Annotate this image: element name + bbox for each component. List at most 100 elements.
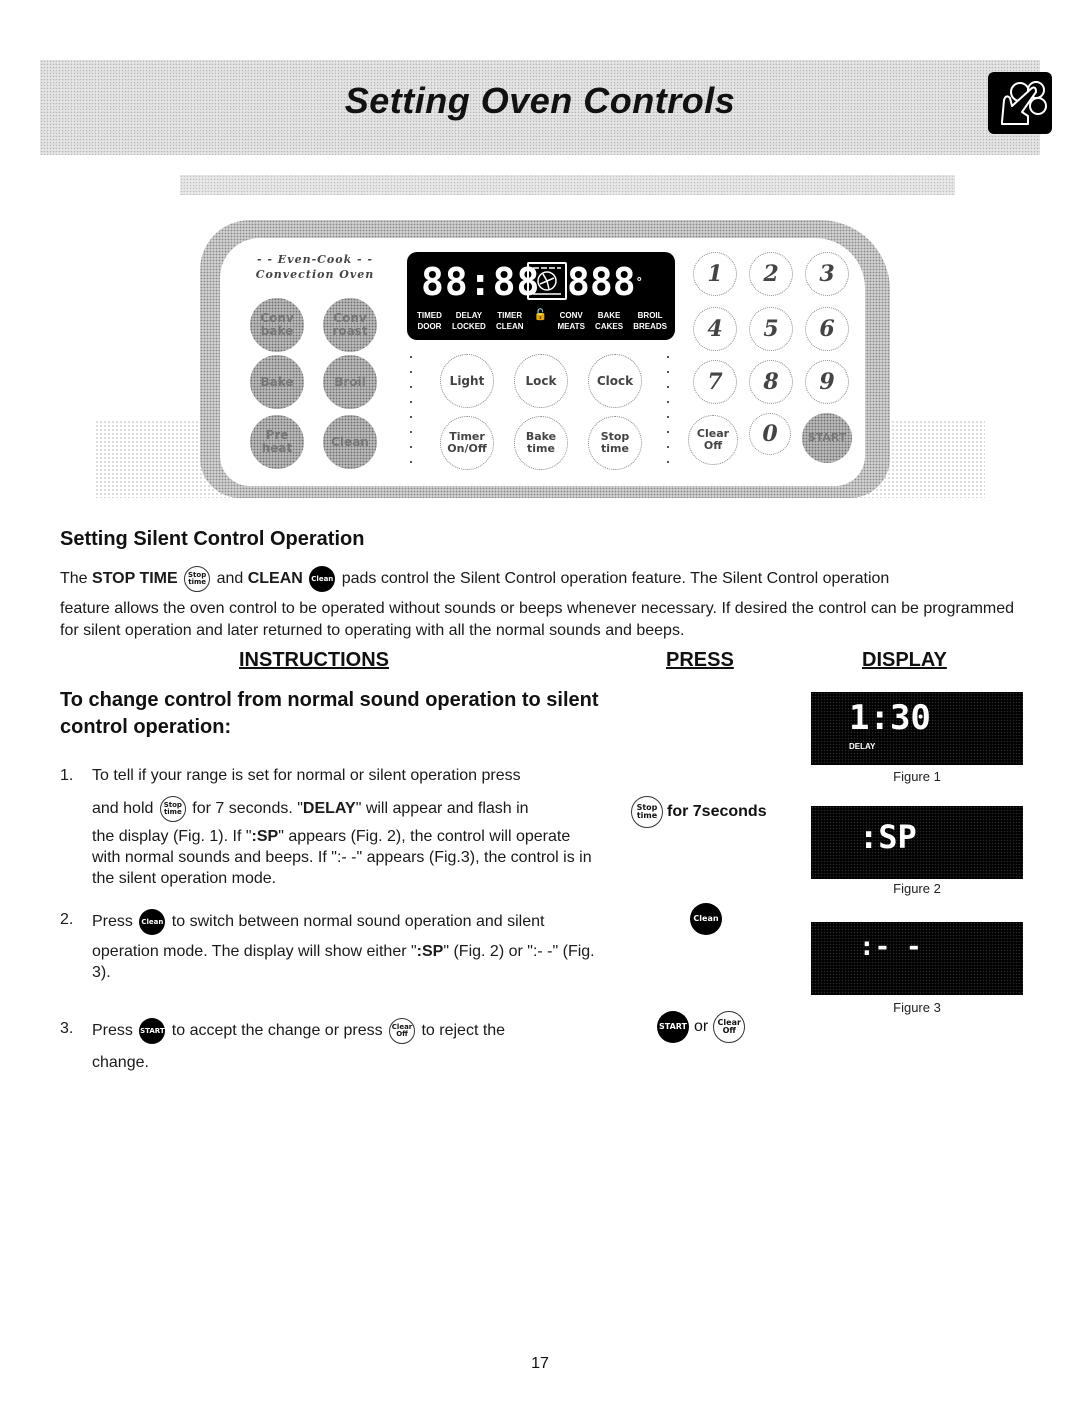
step-text: to switch between normal sound operation… bbox=[167, 913, 545, 931]
indicator-line: CONV bbox=[559, 311, 583, 320]
stop-time-pad-icon: Stop time bbox=[184, 566, 211, 592]
brand-line-2: Convection Oven bbox=[255, 268, 375, 281]
pad-start[interactable]: START bbox=[802, 413, 852, 463]
pad-label: 0 bbox=[762, 420, 778, 447]
pad-preheat[interactable]: Pre heat bbox=[250, 415, 304, 469]
pad-icon-label: Off bbox=[722, 1026, 736, 1035]
indicator: TIMER CLEAN bbox=[496, 310, 524, 332]
page-title: Setting Oven Controls bbox=[344, 80, 736, 121]
pad-label: time bbox=[601, 442, 629, 455]
pad-8[interactable]: 8 bbox=[749, 360, 793, 404]
clean-pad-icon: Clean bbox=[139, 909, 166, 935]
pad-label: Broil bbox=[334, 374, 366, 389]
clean-pad-icon: Clean bbox=[309, 566, 336, 592]
step-text: To tell if your range is set for normal … bbox=[92, 767, 521, 784]
step-text: to accept the change or press bbox=[167, 1022, 388, 1040]
pad-conv-bake[interactable]: Conv bake bbox=[250, 298, 304, 352]
press-step-3: START or Clear Off bbox=[655, 1011, 747, 1043]
step-text-line: Press START to accept the change or pres… bbox=[92, 1018, 600, 1044]
pad-timer-on-off[interactable]: Timer On/Off bbox=[440, 416, 494, 470]
pad-4[interactable]: 4 bbox=[693, 307, 737, 351]
pad-2[interactable]: 2 bbox=[749, 252, 793, 296]
pad-label: START bbox=[807, 431, 847, 444]
pad-lock[interactable]: Lock bbox=[514, 354, 568, 408]
pad-light[interactable]: Light bbox=[440, 354, 494, 408]
figure-3-display: :- - bbox=[811, 922, 1023, 995]
pad-label: Off bbox=[703, 439, 723, 452]
pad-clean[interactable]: Clean bbox=[323, 415, 377, 469]
pad-label: 1 bbox=[707, 260, 723, 287]
procedure-heading: To change control from normal sound oper… bbox=[60, 689, 599, 738]
pad-icon-label: time bbox=[188, 578, 207, 586]
brand-line-1: - - Even-Cook - - bbox=[257, 253, 373, 266]
step-text-line: and hold Stop time for 7 seconds. "DELAY"… bbox=[92, 796, 600, 822]
indicator-line: CAKES bbox=[595, 322, 624, 331]
pad-6[interactable]: 6 bbox=[805, 307, 849, 351]
step-text: to reject the bbox=[417, 1022, 506, 1040]
indicator-line: TIMER bbox=[497, 311, 523, 320]
pad-0[interactable]: 0 bbox=[749, 413, 791, 455]
indicator-line: BAKE bbox=[597, 311, 621, 320]
pad-label: 7 bbox=[707, 368, 723, 395]
pad-label: On/Off bbox=[447, 442, 487, 455]
pad-icon-label: START bbox=[140, 1026, 165, 1035]
indicator-line: MEATS bbox=[557, 322, 585, 331]
start-pad-icon: START bbox=[139, 1018, 166, 1044]
page-number: 17 bbox=[531, 1355, 549, 1372]
pad-5[interactable]: 5 bbox=[749, 307, 793, 351]
step-number: 1. bbox=[60, 767, 74, 784]
step-text: " will appear and flash in bbox=[355, 800, 529, 818]
step-text-line: operation mode. The display will show ei… bbox=[92, 941, 600, 983]
convection-fan-icon bbox=[527, 262, 567, 300]
pad-icon-label: Clean bbox=[141, 917, 164, 926]
pad-label: Bake bbox=[260, 374, 294, 389]
intro-stop-time: STOP TIME bbox=[92, 570, 178, 588]
pad-bake[interactable]: Bake bbox=[250, 355, 304, 409]
intro-paragraph-line2: feature allows the oven control to be op… bbox=[60, 600, 1015, 639]
step-text: change. bbox=[92, 1054, 149, 1071]
pad-conv-roast[interactable]: Conv roast bbox=[323, 298, 377, 352]
pad-icon-label: Clean bbox=[311, 574, 334, 583]
pad-icon-label: time bbox=[636, 811, 658, 820]
step-emphasis: DELAY bbox=[302, 800, 356, 818]
figure-2-caption: Figure 2 bbox=[893, 881, 941, 896]
temp-digits: 888° bbox=[567, 260, 643, 304]
pad-label: 3 bbox=[819, 260, 835, 287]
indicator-line: TIMED bbox=[417, 311, 442, 320]
brand-label: - - Even-Cook - - Convection Oven bbox=[250, 252, 380, 282]
decorative-strip bbox=[180, 175, 955, 195]
indicator: CONV MEATS bbox=[558, 310, 585, 332]
pad-1[interactable]: 1 bbox=[693, 252, 737, 296]
pad-stop-time[interactable]: Stop time bbox=[588, 416, 642, 470]
pad-bake-time[interactable]: Bake time bbox=[514, 416, 568, 470]
indicator-line: LOCKED bbox=[452, 322, 486, 331]
pad-label: bake bbox=[260, 324, 294, 338]
figure-1-display: 1:30 DELAY bbox=[811, 692, 1023, 765]
pad-label: 8 bbox=[763, 368, 779, 395]
step-body: Press Clean to switch between normal sou… bbox=[92, 909, 600, 983]
step-text: Press bbox=[92, 1022, 138, 1040]
indicator-line: BROIL bbox=[637, 311, 663, 320]
dotted-separator bbox=[667, 356, 671, 476]
step-text: for 7 seconds. " bbox=[187, 800, 303, 818]
pad-clock[interactable]: Clock bbox=[588, 354, 642, 408]
column-header-instructions: INSTRUCTIONS bbox=[239, 649, 389, 671]
pad-7[interactable]: 7 bbox=[693, 360, 737, 404]
pad-broil[interactable]: Broil bbox=[323, 355, 377, 409]
press-step-1: Stop time for 7seconds bbox=[629, 796, 767, 828]
hand-pressing-pads-icon bbox=[988, 72, 1052, 134]
step-emphasis: :SP bbox=[416, 943, 444, 960]
pad-3[interactable]: 3 bbox=[805, 252, 849, 296]
section-title: Setting Silent Control Operation bbox=[60, 528, 365, 550]
clear-off-pad-icon: Clear Off bbox=[713, 1011, 746, 1043]
indicator-line: DELAY bbox=[455, 311, 483, 320]
pad-clear-off[interactable]: Clear Off bbox=[688, 415, 738, 465]
pad-label: 5 bbox=[763, 315, 779, 342]
pad-9[interactable]: 9 bbox=[805, 360, 849, 404]
pad-label: roast bbox=[332, 324, 368, 338]
press-instruction: for 7seconds bbox=[667, 803, 767, 820]
dotted-separator bbox=[410, 356, 414, 476]
display-readout: :SP bbox=[859, 818, 917, 856]
figure-3-caption: Figure 3 bbox=[893, 1000, 941, 1015]
clear-off-pad-icon: Clear Off bbox=[389, 1018, 416, 1044]
